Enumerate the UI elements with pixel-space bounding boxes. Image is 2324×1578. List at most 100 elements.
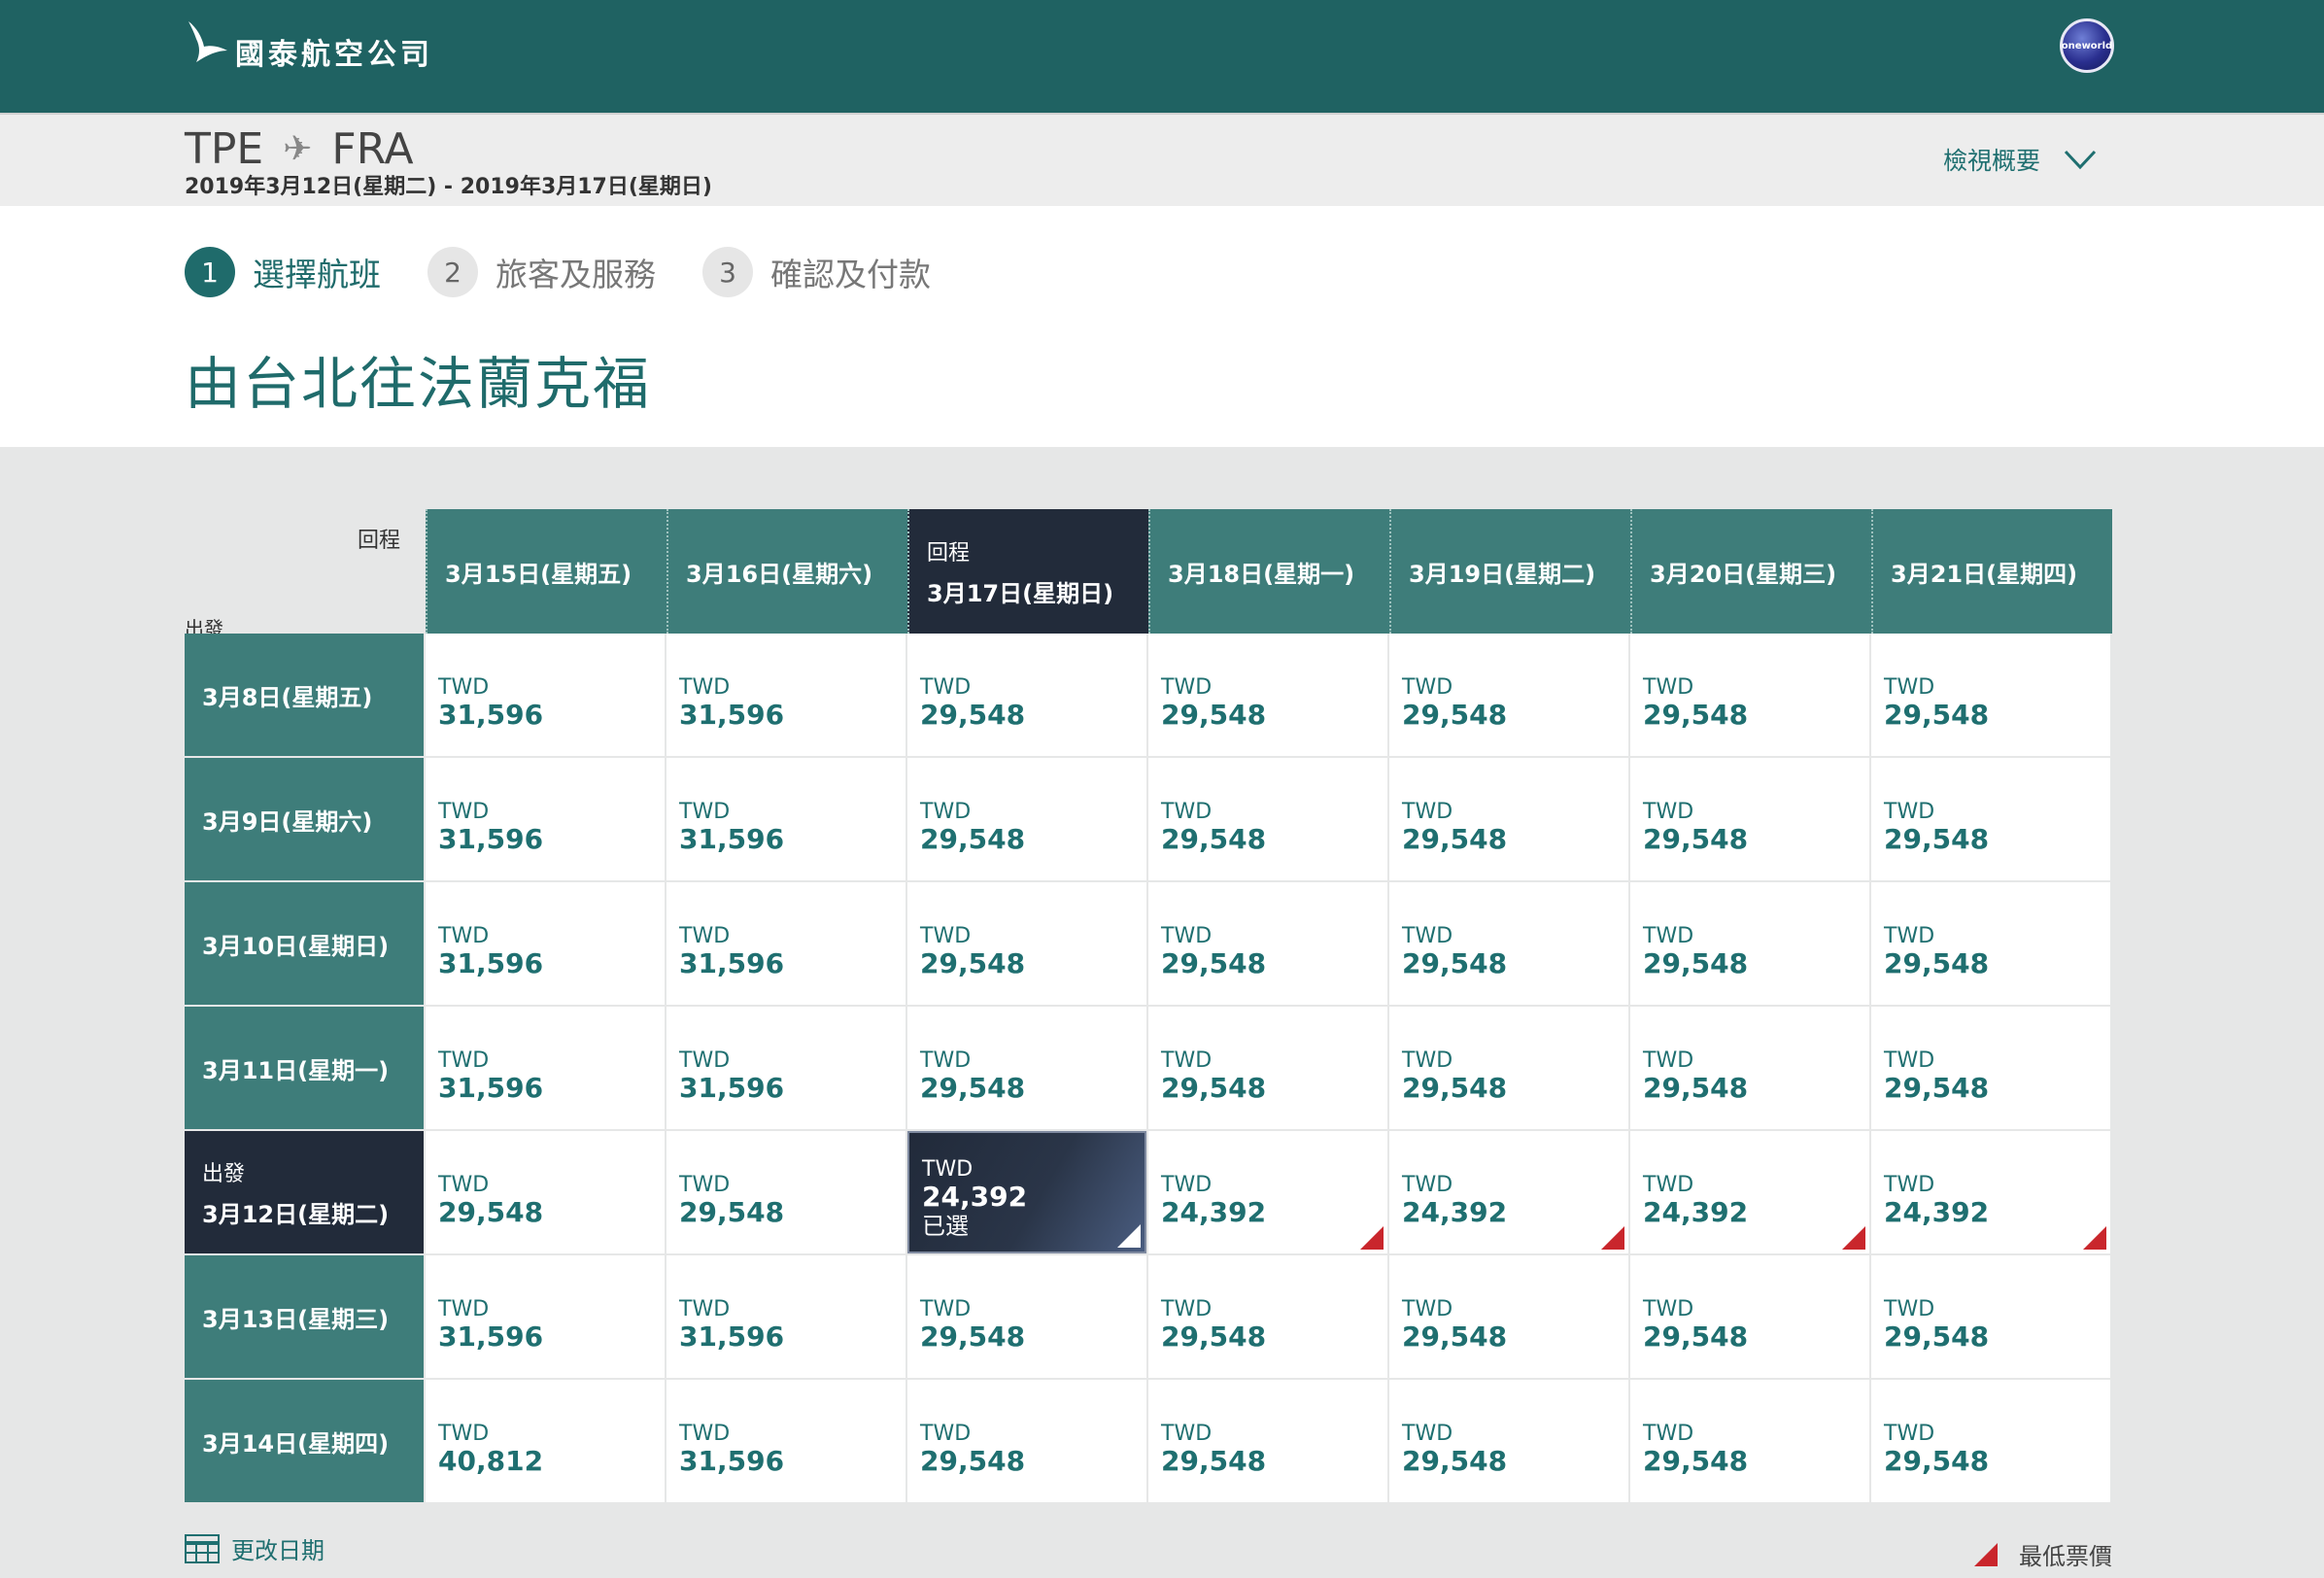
fare-cell[interactable]: TWD 29,548 (426, 1131, 665, 1253)
fare-currency: TWD (1884, 800, 1935, 824)
return-date-header[interactable]: 3月18日(星期一) (1148, 509, 1389, 634)
fare-cell[interactable]: TWD 29,548 (1389, 758, 1628, 880)
fare-cell[interactable]: TWD 31,596 (666, 1007, 906, 1129)
fare-amount: 29,548 (1161, 947, 1267, 979)
fare-cell[interactable]: TWD 31,596 (666, 882, 906, 1005)
fare-amount: 29,548 (1884, 1445, 1990, 1477)
fare-amount: 31,596 (438, 699, 544, 731)
fare-cell[interactable]: TWD 29,548 (1630, 1007, 1869, 1129)
fare-cell[interactable]: TWD 29,548 (1148, 882, 1387, 1005)
fare-amount: 31,596 (438, 1321, 544, 1353)
fare-cell[interactable]: TWD 31,596 (666, 634, 906, 756)
fare-cell[interactable]: TWD 31,596 (426, 634, 665, 756)
fare-cell[interactable]: TWD 31,596 (666, 1380, 906, 1502)
fare-cell[interactable]: TWD 24,392 (1871, 1131, 2110, 1253)
fare-amount: 29,548 (1643, 1445, 1749, 1477)
fare-cell[interactable]: TWD 31,596 (426, 882, 665, 1005)
lowest-fare-legend: 最低票價 (1974, 1537, 2112, 1571)
fare-cell[interactable]: TWD 29,548 (1871, 634, 2110, 756)
fare-amount: 31,596 (679, 823, 785, 855)
fare-cell[interactable]: TWD 29,548 (1871, 882, 2110, 1005)
fare-cell[interactable]: TWD 29,548 (1148, 1007, 1387, 1129)
depart-date-header[interactable]: 3月10日(星期日) (185, 882, 424, 1005)
depart-date-header[interactable]: 3月8日(星期五) (185, 634, 424, 756)
view-overview-button[interactable]: 檢視概要 (1943, 142, 2097, 177)
fare-cell[interactable]: TWD 31,596 (666, 758, 906, 880)
fare-amount: 31,596 (438, 1072, 544, 1104)
return-date-label: 3月20日(星期三) (1650, 560, 1837, 588)
return-date-header[interactable]: 3月16日(星期六) (666, 509, 907, 634)
fare-cell[interactable]: TWD 29,548 (1630, 882, 1869, 1005)
return-date-label: 3月17日(星期日) (927, 579, 1114, 607)
fare-cell[interactable]: TWD 31,596 (426, 1007, 665, 1129)
fare-amount: 29,548 (1161, 1445, 1267, 1477)
return-selected-label: 回程 (927, 540, 971, 566)
fare-cell[interactable]: TWD 31,596 (666, 1255, 906, 1378)
fare-amount: 31,596 (679, 1072, 785, 1104)
fare-cell[interactable]: TWD 29,548 (1630, 1380, 1869, 1502)
fare-currency: TWD (438, 1173, 490, 1197)
depart-date-header[interactable]: 3月9日(星期六) (185, 758, 424, 880)
fare-cell[interactable]: TWD 29,548 (907, 882, 1146, 1005)
fare-cell[interactable]: TWD 29,548 (1148, 1255, 1387, 1378)
fare-cell[interactable]: TWD 29,548 (666, 1131, 906, 1253)
fare-cell[interactable]: TWD 24,392 (1389, 1131, 1628, 1253)
plane-icon: ✈ (283, 129, 313, 169)
fare-currency: TWD (438, 800, 490, 824)
fare-cell[interactable]: TWD 29,548 (1148, 1380, 1387, 1502)
fare-amount: 29,548 (1643, 1072, 1749, 1104)
step-label: 選擇航班 (253, 256, 381, 293)
fare-cell[interactable]: TWD 29,548 (1148, 758, 1387, 880)
depart-date-header[interactable]: 3月14日(星期四) (185, 1380, 424, 1502)
fare-cell[interactable]: TWD 29,548 (1389, 1007, 1628, 1129)
fare-cell[interactable]: TWD 29,548 (907, 758, 1146, 880)
fare-cell[interactable]: TWD 24,392 (1148, 1131, 1387, 1253)
fare-cell[interactable]: TWD 24,392 (1630, 1131, 1869, 1253)
fare-cell[interactable]: TWD 31,596 (426, 758, 665, 880)
return-date-header[interactable]: 3月20日(星期三) (1630, 509, 1871, 634)
depart-date-label: 3月9日(星期六) (202, 807, 373, 836)
depart-date-header[interactable]: 出發 3月12日(星期二) (185, 1131, 424, 1253)
return-date-label: 3月16日(星期六) (686, 560, 873, 588)
fare-currency: TWD (1161, 675, 1213, 700)
fare-cell-selected[interactable]: TWD 24,392 已選 (907, 1131, 1146, 1253)
fare-cell[interactable]: TWD 29,548 (907, 1007, 1146, 1129)
return-date-header[interactable]: 3月21日(星期四) (1871, 509, 2112, 634)
fare-cell[interactable]: TWD 29,548 (907, 634, 1146, 756)
fare-amount: 29,548 (1884, 699, 1990, 731)
return-date-header[interactable]: 3月19日(星期二) (1389, 509, 1630, 634)
fare-cell[interactable]: TWD 31,596 (426, 1255, 665, 1378)
fare-cell[interactable]: TWD 40,812 (426, 1380, 665, 1502)
fare-amount: 29,548 (1884, 947, 1990, 979)
fare-cell[interactable]: TWD 29,548 (1871, 1255, 2110, 1378)
depart-date-label: 3月14日(星期四) (202, 1429, 390, 1458)
return-date-header[interactable]: 回程 3月17日(星期日) (907, 509, 1148, 634)
fare-cell[interactable]: TWD 29,548 (1389, 1380, 1628, 1502)
fare-cell[interactable]: TWD 29,548 (1871, 1380, 2110, 1502)
fare-currency: TWD (1161, 924, 1213, 948)
depart-date-header[interactable]: 3月11日(星期一) (185, 1007, 424, 1129)
airline-logo[interactable]: 國泰航空公司 (183, 14, 433, 72)
step-passengers: 2 旅客及服務 (427, 247, 656, 297)
fare-cell[interactable]: TWD 29,548 (1630, 1255, 1869, 1378)
lowest-fare-marker-icon (1601, 1226, 1624, 1250)
fare-cell[interactable]: TWD 29,548 (907, 1380, 1146, 1502)
fare-currency: TWD (1643, 1173, 1694, 1197)
legend-label: 最低票價 (2019, 1543, 2112, 1570)
fare-cell[interactable]: TWD 29,548 (1148, 634, 1387, 756)
fare-currency: TWD (922, 1157, 974, 1182)
return-date-header[interactable]: 3月15日(星期五) (426, 509, 666, 634)
fare-amount: 31,596 (438, 823, 544, 855)
fare-cell[interactable]: TWD 29,548 (1389, 1255, 1628, 1378)
fare-currency: TWD (1643, 800, 1694, 824)
fare-currency: TWD (438, 1422, 490, 1446)
fare-cell[interactable]: TWD 29,548 (1871, 758, 2110, 880)
fare-cell[interactable]: TWD 29,548 (1630, 758, 1869, 880)
fare-cell[interactable]: TWD 29,548 (1389, 882, 1628, 1005)
fare-cell[interactable]: TWD 29,548 (1389, 634, 1628, 756)
fare-cell[interactable]: TWD 29,548 (1871, 1007, 2110, 1129)
fare-cell[interactable]: TWD 29,548 (907, 1255, 1146, 1378)
depart-date-header[interactable]: 3月13日(星期三) (185, 1255, 424, 1378)
change-dates-button[interactable]: 更改日期 (185, 1531, 325, 1565)
fare-cell[interactable]: TWD 29,548 (1630, 634, 1869, 756)
